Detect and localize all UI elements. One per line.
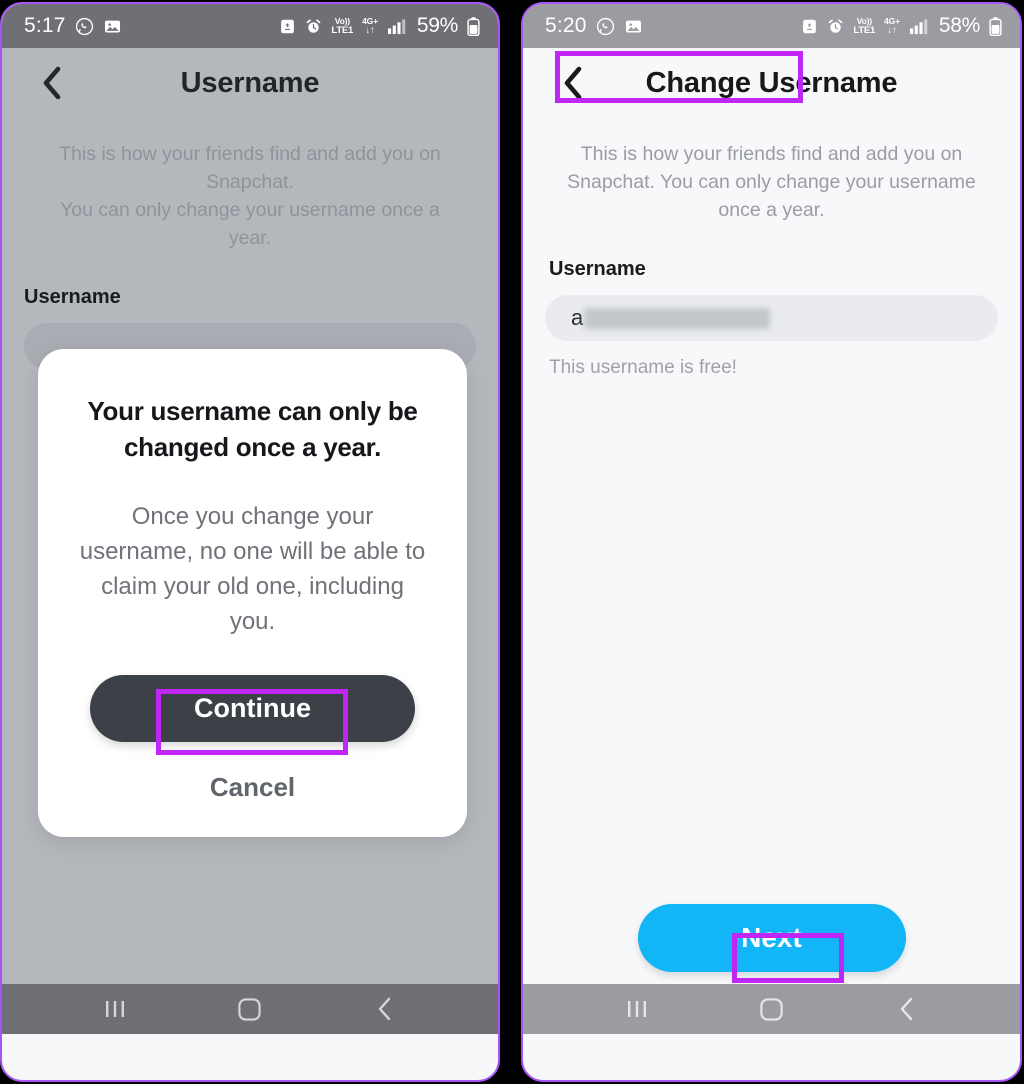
next-button-label: Next [741, 922, 802, 953]
signal-bars-icon [387, 18, 406, 35]
username-input[interactable]: a [545, 51, 998, 341]
back-icon[interactable] [355, 989, 415, 1029]
alarm-icon [305, 18, 322, 35]
whatsapp-icon [75, 17, 94, 36]
app-body-right: Change Username This is how your friends… [523, 48, 1020, 1034]
gallery-icon [624, 17, 643, 36]
status-bar: 5:20 Vo)) LTE1 4G+ ↓↑ 58% [523, 4, 1020, 48]
android-nav-bar-right [523, 984, 1020, 1034]
recents-icon[interactable] [607, 989, 667, 1029]
status-bar-left: 5:17 [24, 14, 122, 38]
status-time: 5:20 [545, 14, 587, 37]
screenshot-root: 5:17 Vo)) LTE1 4G+ ↓↑ 59% Username This … [0, 0, 1024, 1084]
battery-percent: 59% [416, 14, 458, 37]
status-bar: 5:17 Vo)) LTE1 4G+ ↓↑ 59% [2, 4, 498, 48]
dialog-body: Once you change your username, no one wi… [79, 503, 426, 635]
app-navbar-right: Change Username [523, 48, 1020, 118]
volte-icon: Vo)) LTE1 [853, 16, 876, 36]
recents-icon[interactable] [85, 989, 145, 1029]
username-change-warning-dialog: Your username can only be changed once a… [38, 349, 467, 837]
page-subtitle: This is how your friends find and add yo… [59, 143, 441, 249]
status-bar-right: Vo)) LTE1 4G+ ↓↑ 59% [279, 14, 480, 38]
cancel-button[interactable]: Cancel [78, 772, 427, 803]
username-field-label: Username [24, 286, 121, 308]
username-input-value: a [571, 305, 771, 331]
home-icon[interactable] [742, 989, 802, 1029]
back-chevron-icon[interactable] [553, 63, 593, 103]
next-button-container: Next [523, 904, 1020, 983]
dialog-title: Your username can only be changed once a… [87, 396, 418, 462]
battery-icon [467, 16, 480, 36]
page-title: Change Username [645, 66, 898, 99]
redacted-username-block [584, 307, 771, 329]
status-time: 5:17 [24, 14, 66, 37]
username-typed-text: a [571, 305, 584, 330]
data-saver-icon [279, 18, 296, 35]
gallery-icon [103, 17, 122, 36]
status-bar-right: Vo)) LTE1 4G+ ↓↑ 58% [801, 14, 1002, 38]
dialog-actions: Continue Cancel [78, 675, 427, 803]
phone-screenshot-right: 5:20 Vo)) LTE1 4G+ ↓↑ 58% Change Usernam… [521, 2, 1022, 1082]
username-availability-message: This username is free! [549, 357, 737, 378]
continue-button-label: Continue [194, 693, 311, 723]
data-saver-icon [801, 18, 818, 35]
app-body-left: Username This is how your friends find a… [2, 48, 498, 1034]
network-4gplus-icon: 4G+ ↓↑ [362, 16, 378, 36]
alarm-icon [827, 18, 844, 35]
continue-button[interactable]: Continue [90, 675, 415, 755]
signal-bars-icon [909, 18, 928, 35]
next-button[interactable]: Next [637, 904, 906, 983]
android-nav-bar-left [2, 984, 498, 1034]
page-subtitle: This is how your friends find and add yo… [567, 143, 976, 221]
battery-percent: 58% [938, 14, 980, 37]
whatsapp-icon [596, 17, 615, 36]
battery-icon [989, 16, 1002, 36]
back-icon[interactable] [877, 989, 937, 1029]
home-icon[interactable] [220, 989, 280, 1029]
volte-icon: Vo)) LTE1 [331, 16, 354, 36]
network-4gplus-icon: 4G+ ↓↑ [884, 16, 900, 36]
username-field-label: Username [549, 258, 646, 280]
phone-screenshot-left: 5:17 Vo)) LTE1 4G+ ↓↑ 59% Username This … [0, 2, 500, 1082]
page-title: Username [180, 66, 320, 99]
app-navbar-left: Username [2, 48, 498, 118]
status-bar-left: 5:20 [545, 14, 643, 38]
